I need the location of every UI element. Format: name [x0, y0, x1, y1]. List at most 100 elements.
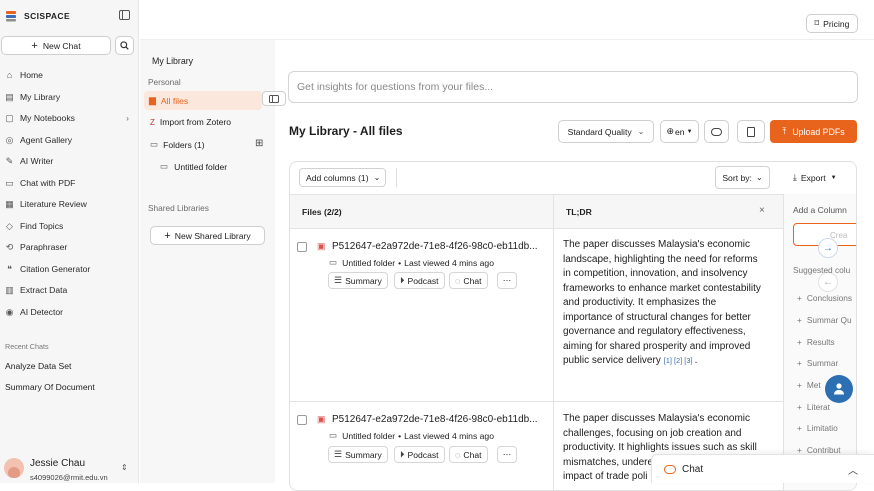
- folders-label: Folders (1): [163, 139, 205, 150]
- chat-bubble-button[interactable]: [704, 120, 729, 143]
- add-column-title: Add a Column: [793, 205, 847, 215]
- chevron-up-icon[interactable]: ︿: [848, 462, 858, 477]
- more-button[interactable]: ⋯: [497, 272, 517, 289]
- import-zotero-label: Import from Zotero: [159, 117, 232, 127]
- sidebar-item-my-notebooks[interactable]: ▢ My Notebooks ›: [5, 109, 135, 127]
- chevron-up-down-icon[interactable]: ⇕: [121, 463, 128, 472]
- sidebar-item-chat-with-pdf[interactable]: ▭ Chat with PDF: [5, 174, 135, 192]
- chat-label: Chat: [463, 449, 482, 460]
- divider: [396, 168, 397, 187]
- row-checkbox[interactable]: [297, 415, 307, 425]
- sidebar-item-agent-gallery[interactable]: ◎ Agent Gallery: [5, 131, 135, 149]
- upload-pdfs-button[interactable]: ⤒ Upload PDFs: [770, 120, 857, 143]
- pricing-button[interactable]: ⌑ Pricing: [806, 14, 858, 33]
- suggested-column-label: Conclusions: [806, 293, 853, 303]
- podcast-label: Podcast: [407, 275, 439, 286]
- citation-link[interactable]: [3]: [684, 356, 692, 365]
- insights-search-input[interactable]: Get insights for questions from your fil…: [288, 71, 858, 103]
- tldr-line: importance of structural changes for bet…: [563, 311, 751, 323]
- detector-icon: ◉: [5, 306, 14, 317]
- arrow-right-icon[interactable]: →: [818, 238, 838, 258]
- sidebar-item-home[interactable]: ⌂ Home: [5, 66, 135, 84]
- suggested-column-label: Limitatio: [806, 423, 838, 433]
- assistant-icon: [834, 383, 844, 395]
- home-icon: ⌂: [6, 69, 13, 80]
- sidebar-item-my-library[interactable]: ▤ My Library: [5, 88, 135, 106]
- row-checkbox[interactable]: [297, 242, 307, 252]
- quality-select[interactable]: Standard Quality ⌄: [558, 120, 654, 143]
- add-folder-icon[interactable]: ⊞: [255, 138, 263, 149]
- sidebar-item-label: Citation Generator: [20, 264, 91, 274]
- tag-icon: ⌑: [814, 18, 820, 28]
- all-files-item[interactable]: ▆ All files: [144, 91, 262, 110]
- more-button[interactable]: ⋯: [497, 446, 517, 463]
- file-name[interactable]: P512647-e2a972de-71e8-4f26-98c0-eb11db..…: [332, 414, 538, 425]
- recent-chat-item[interactable]: Summary Of Document: [5, 382, 95, 392]
- suggested-column-item[interactable]: + Conclusions: [797, 293, 852, 303]
- sidebar-item-paraphraser[interactable]: ⟲ Paraphraser: [5, 238, 135, 256]
- library-icon: ▤: [5, 91, 14, 102]
- podcast-button[interactable]: ⏵ Podcast: [394, 272, 445, 289]
- untitled-folder-item[interactable]: ▭ Untitled folder: [160, 161, 227, 172]
- pdf-icon: ▣: [317, 414, 326, 424]
- sidebar-item-ai-writer[interactable]: ✎ AI Writer: [5, 152, 135, 170]
- toggle-panel-button[interactable]: [262, 91, 286, 106]
- sidebar-item-label: AI Writer: [20, 156, 54, 166]
- podcast-button[interactable]: ⏵ Podcast: [394, 446, 445, 463]
- chevron-down-icon: ⌄: [637, 127, 645, 136]
- citation-link[interactable]: [2]: [674, 356, 682, 365]
- tldr-line: governance and regulatory effectiveness,: [563, 326, 746, 337]
- files-table: Add columns (1) ⌄ Sort by: ⌄ ⤓ Export ▼ File…: [289, 161, 857, 491]
- recent-chat-item[interactable]: Analyze Data Set: [5, 361, 71, 371]
- file-name[interactable]: P512647-e2a972de-71e8-4f26-98c0-eb11db..…: [332, 241, 538, 252]
- summary-button[interactable]: ☰ Summary: [328, 272, 388, 289]
- tldr-cell: The paper discusses Malaysia's economic …: [563, 238, 775, 369]
- chat-widget[interactable]: Chat ︿: [651, 454, 874, 483]
- collapse-sidebar-icon[interactable]: [119, 10, 130, 20]
- chat-button[interactable]: ◌ Chat: [449, 446, 488, 463]
- new-chat-button[interactable]: + New Chat: [1, 36, 111, 55]
- sidebar-item-citation-generator[interactable]: ❝ Citation Generator: [5, 260, 135, 278]
- tldr-line: frameworks to enhance market contestabil…: [563, 282, 761, 294]
- suggested-column-item[interactable]: + Met: [797, 380, 821, 390]
- sidebar-item-extract-data[interactable]: ▥ Extract Data: [5, 281, 135, 299]
- arrow-left-icon[interactable]: ←: [818, 272, 838, 292]
- language-select[interactable]: ⊕ en ▼: [660, 120, 699, 143]
- suggested-column-item[interactable]: + Results: [797, 337, 835, 347]
- export-button[interactable]: ⤓ Export ▼: [793, 172, 837, 183]
- folders-item[interactable]: ▭ Folders (1): [150, 139, 205, 150]
- sidebar-item-label: Agent Gallery: [20, 135, 73, 145]
- sidebar-item-ai-detector[interactable]: ◉ AI Detector: [5, 303, 135, 321]
- agent-icon: ◎: [5, 134, 14, 145]
- podcast-label: Podcast: [407, 449, 439, 460]
- notes-button[interactable]: [737, 120, 765, 143]
- column-header-tldr[interactable]: TL;DR: [566, 207, 592, 217]
- suggested-column-item[interactable]: + Limitatio: [797, 423, 838, 433]
- suggested-column-item[interactable]: + Literat: [797, 402, 830, 412]
- add-columns-button[interactable]: Add columns (1) ⌄: [299, 168, 386, 187]
- import-zotero-item[interactable]: Z Import from Zotero: [150, 117, 231, 127]
- file-meta: ▭ Untitled folder • Last viewed 4 mins ago: [329, 430, 494, 441]
- assistant-fab[interactable]: [825, 375, 853, 403]
- folder-name[interactable]: Untitled folder: [342, 431, 395, 441]
- sidebar: SCISPACE + New Chat ⌂ Home ▤ My Library ▢ My…: [0, 0, 139, 483]
- column-header-files[interactable]: Files (2/2): [302, 207, 342, 217]
- new-shared-library-button[interactable]: + New Shared Library: [150, 226, 265, 245]
- avatar[interactable]: [4, 458, 24, 478]
- close-icon[interactable]: ×: [759, 205, 765, 216]
- suggested-column-item[interactable]: + Summar Qu: [797, 315, 852, 325]
- suggested-column-item[interactable]: + Summar: [797, 358, 838, 368]
- chat-button[interactable]: ◌ Chat: [449, 272, 488, 289]
- citation-link[interactable]: [1]: [664, 356, 672, 365]
- list-icon: ☰: [334, 449, 343, 459]
- sort-by-select[interactable]: Sort by: ⌄: [715, 166, 770, 189]
- folder-name[interactable]: Untitled folder: [342, 258, 395, 268]
- tldr-line: aiming for shared prosperity and improve…: [563, 340, 751, 352]
- search-button[interactable]: [115, 36, 134, 55]
- chevron-down-icon: ⌄: [755, 173, 763, 182]
- sidebar-item-literature-review[interactable]: ▦ Literature Review: [5, 195, 135, 213]
- globe-icon: ⊕: [666, 126, 675, 136]
- sidebar-item-find-topics[interactable]: ◇ Find Topics: [5, 217, 135, 235]
- summary-button[interactable]: ☰ Summary: [328, 446, 388, 463]
- plus-icon: +: [797, 402, 802, 412]
